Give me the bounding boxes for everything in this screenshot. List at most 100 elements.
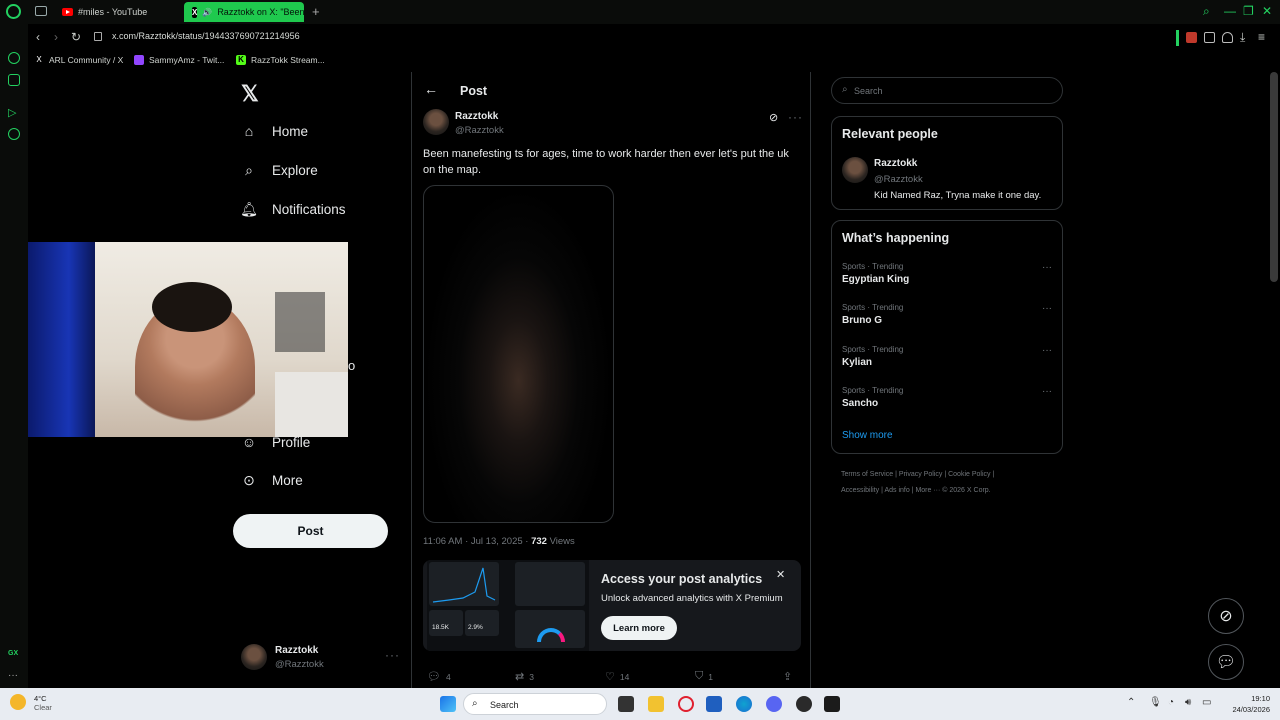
account-switcher[interactable]: Razztokk @Razztokk ··· — [241, 642, 401, 672]
trend-item[interactable]: Sports · Trending Egyptian King ··· — [842, 262, 1052, 285]
download-icon[interactable]: ⤓ — [1240, 30, 1245, 45]
trend-item[interactable]: Sports · Trending Bruno G ··· — [842, 303, 1052, 326]
author-name[interactable]: Razztokk — [455, 111, 498, 122]
back-arrow-icon[interactable]: ← — [424, 81, 438, 97]
terminal-icon[interactable] — [824, 696, 840, 712]
like-count: 14 — [619, 671, 630, 682]
footer-links: Terms of Service | Privacy Policy | Cook… — [841, 467, 1061, 499]
nav-home[interactable]: ⌂ Home — [241, 123, 308, 139]
new-tab-button[interactable]: + — [312, 4, 320, 19]
author-handle[interactable]: @Razztokk — [455, 125, 504, 136]
steam-icon[interactable] — [796, 696, 812, 712]
url-field[interactable]: x.com/Razztokk/status/194433769072121495… — [112, 31, 300, 41]
repost-count: 3 — [529, 671, 534, 682]
task-view-icon[interactable] — [618, 696, 634, 712]
close-icon[interactable]: ✕ — [776, 568, 785, 581]
taskbar-search[interactable]: ⌕ Search — [463, 693, 607, 715]
post-more-icon[interactable]: ··· — [788, 110, 803, 124]
edge-icon[interactable] — [736, 696, 752, 712]
person-name[interactable]: Razztokk — [874, 158, 917, 169]
trend-more-icon[interactable]: ··· — [1042, 386, 1052, 397]
bell-icon: 🔔︎ — [240, 200, 258, 217]
footer-line[interactable]: Accessibility | Ads info | More ··· © 20… — [841, 483, 1061, 499]
nav-notifications[interactable]: 🔔︎ Notifications — [240, 200, 345, 217]
post-time[interactable]: 11:06 AM · Jul 13, 2025 · — [423, 536, 531, 547]
bookmark-button[interactable]: ⛉ 1 — [695, 670, 713, 683]
restore-button[interactable]: ❐ — [1243, 4, 1254, 18]
clock[interactable]: 19:10 24/03/2026 — [1222, 693, 1270, 715]
nav-more[interactable]: ⊙ More — [241, 472, 303, 488]
post-video[interactable] — [423, 185, 614, 523]
post-text: Been manefesting ts for ages, time to wo… — [423, 148, 789, 176]
opera-gx-taskbar-icon[interactable] — [678, 696, 694, 712]
battery-icon[interactable]: ▭ — [1202, 697, 1211, 708]
search-icon[interactable]: ⌕ — [1203, 4, 1210, 19]
opera-gx-logo-icon[interactable] — [6, 4, 21, 19]
gx-corner-icon[interactable]: GX — [8, 650, 20, 662]
grok-fab-icon[interactable]: ⊘ — [1208, 598, 1244, 634]
gx-control-icon[interactable] — [8, 52, 20, 64]
person-handle[interactable]: @Razztokk — [874, 174, 923, 185]
adblock-icon[interactable] — [1186, 32, 1197, 43]
more-circle-icon: ⊙ — [243, 471, 255, 488]
close-window-button[interactable]: ✕ — [1262, 4, 1272, 18]
trend-item[interactable]: Sports · Trending Kylian ··· — [842, 345, 1052, 368]
avatar[interactable] — [842, 157, 868, 183]
clock-date: 24/03/2026 — [1232, 705, 1270, 714]
trend-category: Sports · Trending — [842, 345, 904, 354]
file-explorer-icon[interactable] — [648, 696, 664, 712]
microphone-icon[interactable]: 🎙︎ — [1149, 697, 1162, 708]
bookmark-arl[interactable]: X ARL Community / X — [34, 55, 123, 65]
sidebar-more-icon[interactable]: ··· — [8, 670, 20, 682]
nav-explore[interactable]: ⌕ Explore — [241, 162, 318, 178]
store-icon[interactable] — [706, 696, 722, 712]
trend-more-icon[interactable]: ··· — [1042, 262, 1052, 273]
search-input[interactable]: ⌕ Search — [831, 77, 1063, 104]
grok-icon[interactable]: ⊘ — [769, 111, 778, 124]
trend-more-icon[interactable]: ··· — [1042, 345, 1052, 356]
learn-more-button[interactable]: Learn more — [601, 616, 677, 640]
reload-button[interactable]: ↻ — [71, 30, 81, 44]
start-icon[interactable] — [440, 696, 456, 712]
menu-icon[interactable]: ≡ — [1258, 30, 1265, 44]
tray-chevron-icon[interactable]: ⌃ — [1127, 697, 1135, 708]
trend-more-icon[interactable]: ··· — [1042, 303, 1052, 314]
reply-button[interactable]: 💬︎ 4 — [427, 670, 451, 683]
settings-icon[interactable] — [8, 128, 20, 140]
trend-name: Egyptian King — [842, 274, 910, 285]
wifi-icon[interactable]: ◔ — [1168, 697, 1174, 708]
minimize-button[interactable]: — — [1224, 4, 1236, 18]
speaker-icon: 🔊 — [202, 7, 213, 17]
nav-label: Home — [272, 123, 309, 139]
bookmark-sammyamz[interactable]: SammyAmz - Twit... — [134, 55, 224, 65]
account-more-icon[interactable]: ··· — [385, 648, 400, 662]
gx-cleaner-icon[interactable] — [8, 74, 20, 86]
bookmark-razztokk[interactable]: K RazzTokk Stream... — [236, 55, 325, 65]
repost-button[interactable]: ⇄ 3 — [515, 670, 534, 683]
avatar — [241, 644, 267, 670]
avatar[interactable] — [423, 109, 449, 135]
trend-item[interactable]: Sports · Trending Sancho ··· — [842, 386, 1052, 409]
weather-widget[interactable]: 4°C Clear — [10, 694, 52, 712]
forward-button[interactable]: › — [54, 30, 58, 44]
x-favicon-icon: X — [192, 6, 198, 18]
scrollbar[interactable] — [1270, 72, 1278, 282]
extensions-icon[interactable] — [1204, 32, 1215, 43]
show-more-link[interactable]: Show more — [842, 430, 893, 441]
footer-line[interactable]: Terms of Service | Privacy Policy | Cook… — [841, 467, 1061, 483]
discord-icon[interactable] — [766, 696, 782, 712]
like-button[interactable]: ♡ 14 — [605, 670, 629, 683]
wallet-icon[interactable] — [1222, 32, 1233, 43]
share-button[interactable]: ⇪ — [783, 670, 792, 683]
back-button[interactable]: ‹ — [36, 30, 40, 44]
preview-line-chart — [432, 567, 496, 603]
volume-icon[interactable]: 🔊︎ — [1185, 697, 1191, 708]
tab-x-post[interactable]: X 🔊 Razztokk on X: "Been — [184, 2, 304, 22]
post-button[interactable]: Post — [233, 514, 388, 548]
x-logo-icon[interactable]: 𝕏 — [241, 81, 259, 107]
messages-fab-icon[interactable]: 💬︎ — [1208, 644, 1244, 680]
tab-youtube[interactable]: #miles - YouTube — [54, 2, 182, 22]
weather-moon-icon — [10, 694, 26, 710]
player-icon[interactable]: ▷ — [8, 106, 20, 119]
tab-manager-icon[interactable] — [35, 6, 47, 16]
